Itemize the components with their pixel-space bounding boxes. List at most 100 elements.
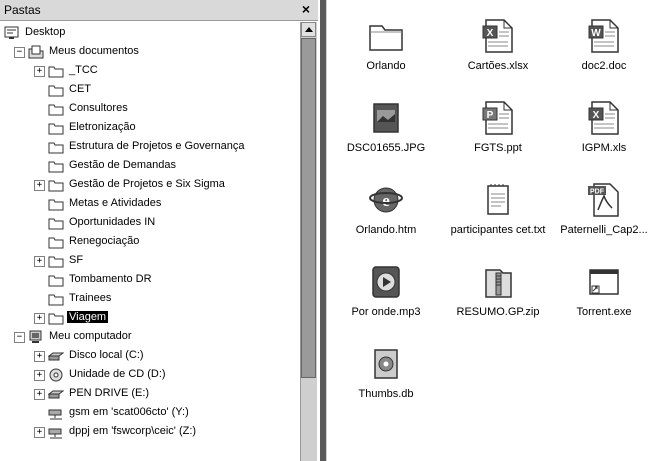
file-name: Orlando <box>366 60 406 72</box>
file-item[interactable]: DSC01655.JPG <box>331 100 441 155</box>
tree-item[interactable]: Eletronização <box>0 119 300 138</box>
folder-icon <box>48 121 64 135</box>
pane-splitter[interactable] <box>320 0 327 461</box>
file-item[interactable]: participantes cet.txt <box>443 182 553 237</box>
file-name: RESUMO.GP.zip <box>456 306 540 318</box>
folders-pane-header: Pastas × <box>0 0 318 21</box>
collapse-icon[interactable]: − <box>14 47 25 58</box>
tree-item-label: Gestão de Demandas <box>69 159 177 171</box>
network-drive-icon <box>48 406 64 420</box>
tree-item[interactable]: + SF <box>0 252 300 271</box>
tree-item[interactable]: − Meus documentos <box>0 43 300 62</box>
tree-item[interactable]: + PEN DRIVE (E:) <box>0 385 300 404</box>
tree-item-label: Disco local (C:) <box>69 349 144 361</box>
powerpoint-document-icon: P <box>478 100 518 136</box>
expand-icon[interactable]: + <box>34 351 45 362</box>
scrollbar-thumb[interactable] <box>301 38 316 378</box>
tree-item-label: Tombamento DR <box>69 273 152 285</box>
removable-drive-icon <box>47 387 65 401</box>
tree-item[interactable]: Renegociação <box>0 233 300 252</box>
vertical-scrollbar[interactable] <box>300 22 317 461</box>
tree-item[interactable]: Metas e Atividades <box>0 195 300 214</box>
zip-archive-icon <box>478 264 518 300</box>
expand-icon[interactable]: + <box>34 389 45 400</box>
expand-icon[interactable]: + <box>34 66 45 77</box>
tree-item[interactable]: Gestão de Demandas <box>0 157 300 176</box>
folder-icon <box>48 235 64 249</box>
cd-drive-icon <box>48 368 64 382</box>
tree-item-label: Oportunidades IN <box>69 216 156 228</box>
tree-item[interactable]: gsm em 'scat006cto' (Y:) <box>0 404 300 423</box>
file-item[interactable]: W doc2.doc <box>549 18 657 73</box>
folder-icon <box>48 64 64 78</box>
svg-text:X: X <box>593 110 600 121</box>
file-name: Cartões.xlsx <box>467 60 529 72</box>
audio-file-icon <box>366 264 406 300</box>
tree-item[interactable]: Estrutura de Projetos e Governança <box>0 138 300 157</box>
file-item[interactable]: P FGTS.ppt <box>443 100 553 155</box>
my-computer-icon <box>28 330 44 344</box>
file-name: doc2.doc <box>581 60 627 72</box>
folder-icon <box>48 102 64 116</box>
system-file-icon <box>366 346 406 382</box>
tree-item-label: Viagem <box>67 311 109 323</box>
tree-item[interactable]: Tombamento DR <box>0 271 300 290</box>
svg-text:X: X <box>487 28 494 39</box>
image-file-icon <box>366 100 406 136</box>
tree-item-label: Trainees <box>69 292 112 304</box>
expand-icon[interactable]: + <box>34 256 45 267</box>
my-documents-icon <box>28 45 44 59</box>
tree-item[interactable]: + _TCC <box>0 62 300 81</box>
tree-item[interactable]: + dppj em 'fswcorp\ceic' (Z:) <box>0 423 300 442</box>
tree-item-label: Gestão de Projetos e Six Sigma <box>69 178 225 190</box>
tree-item-label: Desktop <box>25 26 66 38</box>
tree-item[interactable]: + Disco local (C:) <box>0 347 300 366</box>
expand-icon[interactable]: + <box>34 427 45 438</box>
text-document-icon <box>478 182 518 218</box>
tree-item[interactable]: + Gestão de Projetos e Six Sigma <box>0 176 300 195</box>
tree-item-label: Eletronização <box>69 121 136 133</box>
html-document-icon: e <box>366 182 406 218</box>
tree-item[interactable]: − Meu computador <box>0 328 300 347</box>
tree-item[interactable]: Consultores <box>0 100 300 119</box>
tree-item[interactable]: CET <box>0 81 300 100</box>
tree-item-label: gsm em 'scat006cto' (Y:) <box>69 406 189 418</box>
file-name: Torrent.exe <box>576 306 632 318</box>
desktop-icon <box>4 26 20 40</box>
tree-item[interactable]: + Viagem <box>0 309 300 328</box>
scroll-up-arrow-icon[interactable] <box>301 22 316 37</box>
file-item[interactable]: Por onde.mp3 <box>331 264 441 319</box>
file-item[interactable]: e Orlando.htm <box>331 182 441 237</box>
file-name: FGTS.ppt <box>474 142 522 154</box>
tree-item-label: Consultores <box>69 102 128 114</box>
file-item[interactable]: X IGPM.xls <box>549 100 657 155</box>
file-item[interactable]: X Cartões.xlsx <box>443 18 553 73</box>
tree-item-label: SF <box>69 254 84 266</box>
file-name: Orlando.htm <box>355 224 417 236</box>
expand-icon[interactable]: + <box>34 180 45 191</box>
file-name: Por onde.mp3 <box>351 306 421 318</box>
file-item[interactable]: Thumbs.db <box>331 346 441 401</box>
file-name: IGPM.xls <box>581 142 627 154</box>
network-drive-icon <box>48 425 64 439</box>
file-item[interactable]: Torrent.exe <box>549 264 657 319</box>
file-item[interactable]: RESUMO.GP.zip <box>443 264 553 319</box>
svg-text:W: W <box>591 28 601 39</box>
collapse-icon[interactable]: − <box>14 332 25 343</box>
expand-icon[interactable]: + <box>34 370 45 381</box>
file-item[interactable]: Orlando <box>331 18 441 73</box>
folder-icon <box>48 197 64 211</box>
expand-icon[interactable]: + <box>34 313 45 324</box>
tree-item[interactable]: Desktop <box>0 24 300 43</box>
tree-item[interactable]: Trainees <box>0 290 300 309</box>
tree-item[interactable]: Oportunidades IN <box>0 214 300 233</box>
folder-icon <box>48 311 64 325</box>
file-name: Thumbs.db <box>358 388 414 400</box>
tree-item[interactable]: + Unidade de CD (D:) <box>0 366 300 385</box>
tree-item-label: Meus documentos <box>49 45 139 57</box>
folders-pane: Pastas × Desktop − Meus documentos + _TCC CET… <box>0 0 321 461</box>
close-icon[interactable]: × <box>298 1 314 17</box>
file-item[interactable]: PDF Paternelli_Cap2... <box>549 182 657 237</box>
tree-item-label: dppj em 'fswcorp\ceic' (Z:) <box>69 425 197 437</box>
file-name: participantes cet.txt <box>450 224 546 236</box>
